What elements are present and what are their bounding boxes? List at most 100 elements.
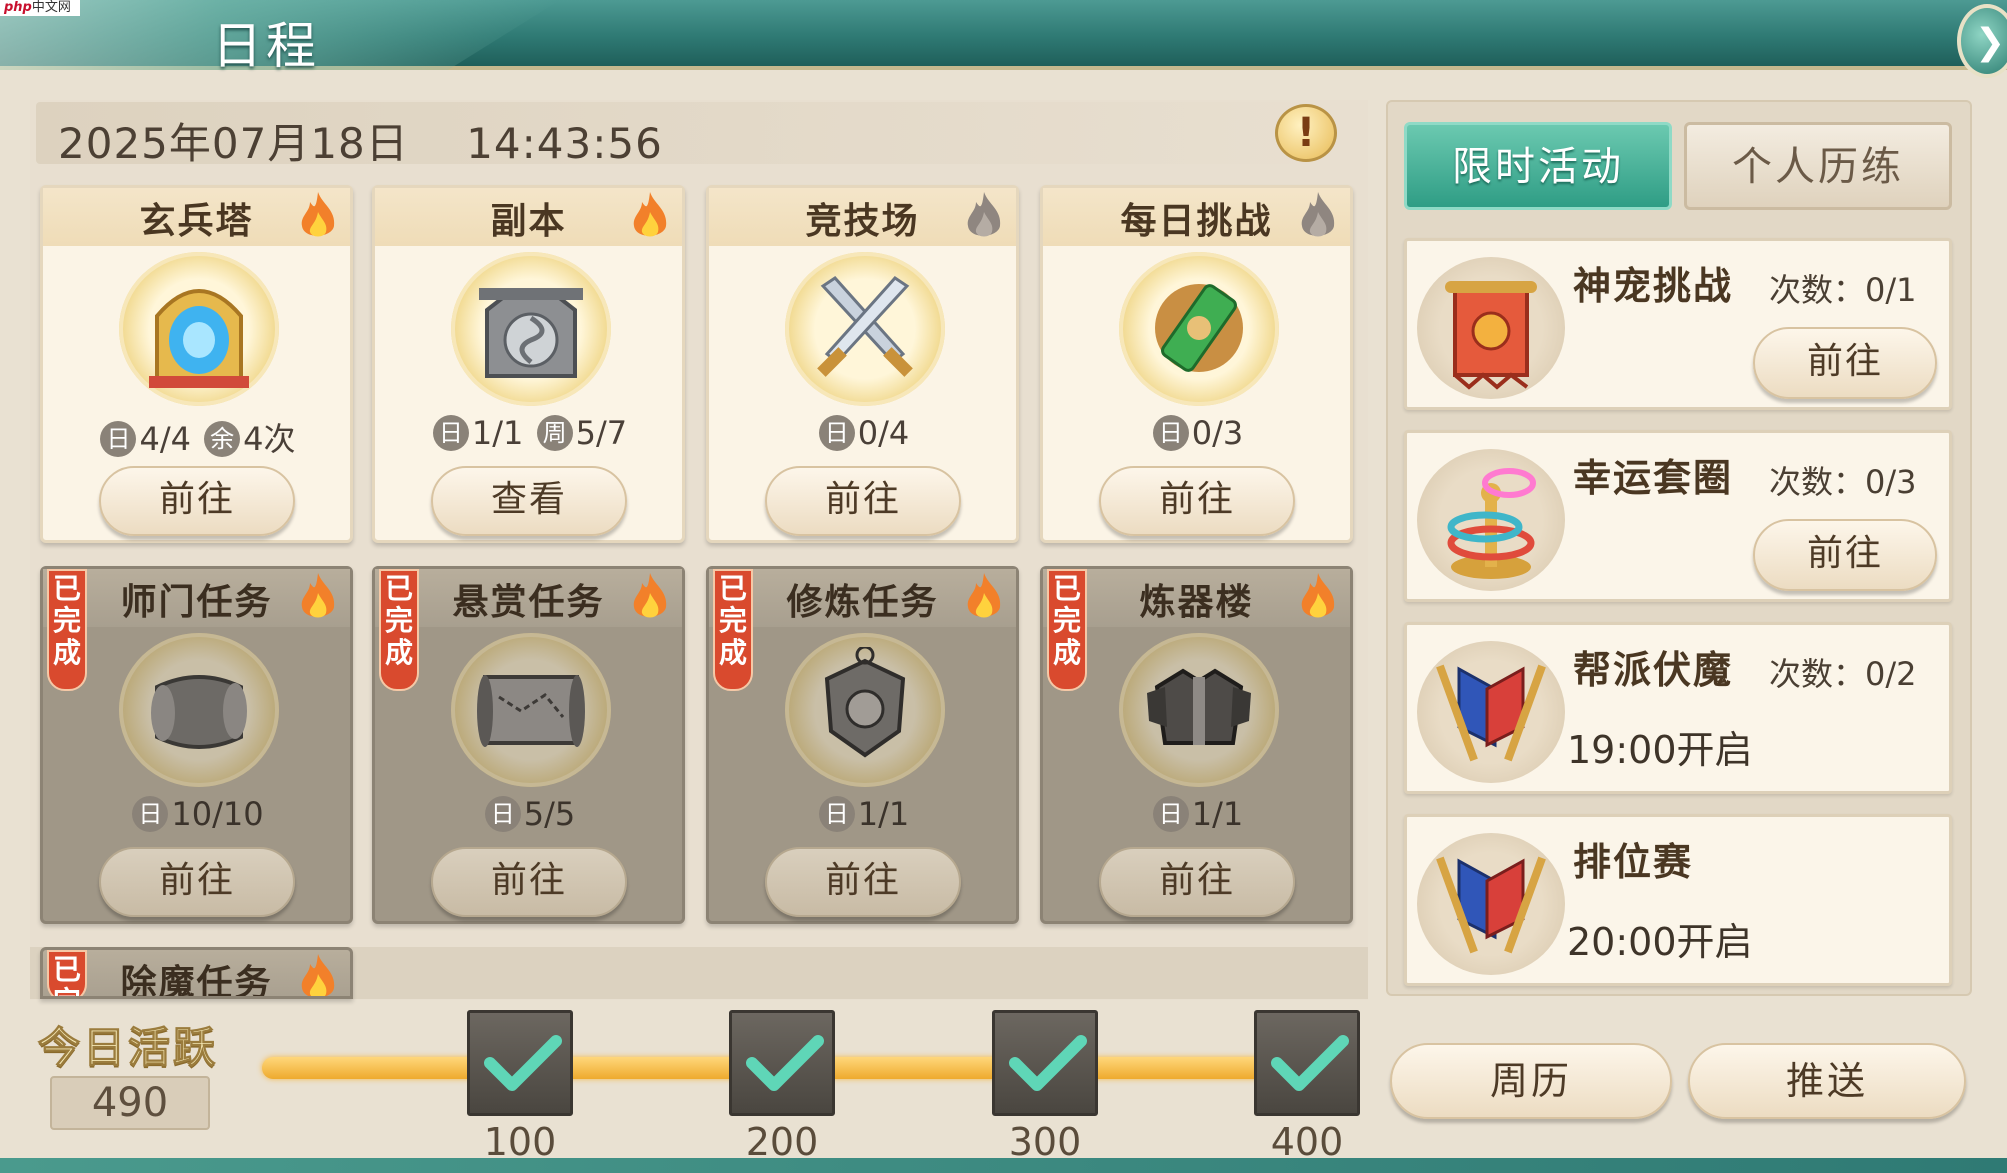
- stat-value: 1/1: [857, 795, 910, 833]
- portal-gate-icon: [149, 289, 249, 388]
- flame-icon: [301, 573, 335, 618]
- checkmark-icon: [484, 1035, 562, 1091]
- task-progress: 日 0/3: [1043, 414, 1350, 452]
- task-go-button[interactable]: 前往: [99, 847, 295, 917]
- activity-reward-chest[interactable]: [729, 1010, 835, 1116]
- activity-reward-chest[interactable]: [1254, 1010, 1360, 1116]
- checkmark-icon: [1009, 1035, 1087, 1091]
- event-card[interactable]: 排位赛 20:00开启: [1404, 814, 1952, 986]
- flame-icon: [301, 954, 335, 996]
- flame-icon: [967, 573, 1001, 618]
- task-icon-frame: [1119, 252, 1279, 406]
- task-icon-frame: [1119, 633, 1279, 787]
- stat-value: 5/7: [575, 414, 628, 452]
- event-go-button[interactable]: 前往: [1753, 519, 1937, 591]
- window-bottom-edge: [0, 1158, 2007, 1173]
- task-progress: 日 0/4: [709, 414, 1016, 452]
- completed-ribbon: 已完成: [47, 569, 87, 691]
- stat-value: 10/10: [171, 795, 264, 833]
- task-progress: 日 5/5: [375, 795, 682, 833]
- task-icon-frame: [785, 252, 945, 406]
- event-start-time: 20:00开启: [1567, 920, 1753, 964]
- completed-ribbon: 已完: [47, 950, 87, 996]
- task-card[interactable]: 修炼任务 已完成 日 1/1 前往: [706, 566, 1019, 924]
- stat-tag: 日: [818, 796, 855, 832]
- task-card[interactable]: 炼器楼 已完成 日 1/1 前往: [1040, 566, 1353, 924]
- task-icon-frame: [785, 633, 945, 787]
- flame-icon: [1301, 573, 1335, 618]
- event-name: 排位赛: [1573, 840, 1694, 884]
- task-go-button[interactable]: 前往: [99, 466, 295, 536]
- map-icon: [477, 675, 585, 747]
- crossed-swords-icon: [817, 276, 913, 377]
- stat-tag: 日: [1152, 796, 1189, 832]
- dungeon-gate-icon: [479, 288, 583, 378]
- flame-icon: [1301, 192, 1335, 237]
- task-go-button[interactable]: 前往: [1099, 466, 1295, 536]
- event-go-button[interactable]: 前往: [1753, 327, 1937, 399]
- shield-amulet-icon: [824, 647, 906, 758]
- stat-tag: 周: [536, 415, 573, 451]
- event-name: 帮派伏魔: [1573, 648, 1734, 692]
- checkmark-icon: [1271, 1035, 1349, 1091]
- stat-value: 1/1: [1191, 795, 1244, 833]
- event-count: 次数：0/1: [1769, 271, 1917, 309]
- push-settings-button[interactable]: 推送: [1688, 1043, 1966, 1119]
- checkmark-icon: [746, 1035, 824, 1091]
- stat-tag: 日: [100, 421, 137, 457]
- task-card[interactable]: 师门任务 已完成 日 10/10 前往: [40, 566, 353, 924]
- task-go-button[interactable]: 前往: [431, 847, 627, 917]
- current-datetime: 2025年07月18日 14:43:56: [58, 119, 663, 168]
- stat-tag: 日: [432, 415, 469, 451]
- crossed-flags-icon: [1436, 856, 1546, 954]
- title-bar: 日程: [0, 0, 2007, 75]
- event-icon-frame: [1417, 833, 1565, 975]
- task-card[interactable]: 每日挑战 日 0/3 前往: [1040, 185, 1353, 543]
- event-count: 次数：0/3: [1769, 463, 1917, 501]
- task-card[interactable]: 悬赏任务 已完成 日 5/5 前往: [372, 566, 685, 924]
- task-go-button[interactable]: 前往: [1099, 847, 1295, 917]
- swirl-close-icon: ❯: [1975, 22, 2006, 63]
- task-card[interactable]: 竞技场 日 0/4 前往: [706, 185, 1019, 543]
- event-card[interactable]: 幸运套圈 次数：0/3 前往: [1404, 430, 1952, 602]
- stat-tag: 日: [484, 796, 521, 832]
- daily-activity-value: 490: [50, 1076, 210, 1130]
- task-card[interactable]: 副本 日 1/1 周 5/7 查看: [372, 185, 685, 543]
- task-card-partial[interactable]: 除魔任务 已完: [40, 947, 353, 999]
- tab-limited-events[interactable]: 限时活动: [1404, 122, 1672, 210]
- flame-icon: [301, 192, 335, 237]
- info-button[interactable]: !: [1275, 104, 1337, 162]
- task-progress: 日 1/1 周 5/7: [375, 414, 682, 452]
- stat-tag: 日: [818, 415, 855, 451]
- activity-reward-chest[interactable]: [992, 1010, 1098, 1116]
- event-start-time: 19:00开启: [1567, 728, 1753, 772]
- task-icon-frame: [119, 252, 279, 406]
- event-icon-frame: [1417, 449, 1565, 591]
- armor-icon: [1147, 668, 1251, 745]
- task-go-button[interactable]: 前往: [765, 847, 961, 917]
- event-count: 次数：0/2: [1769, 655, 1917, 693]
- scroll-roll-icon: [151, 675, 247, 749]
- completed-ribbon: 已完成: [1047, 569, 1087, 691]
- task-icon-frame: [451, 252, 611, 406]
- event-name: 幸运套圈: [1573, 456, 1734, 500]
- activity-reward-chest[interactable]: [467, 1010, 573, 1116]
- flame-icon: [967, 192, 1001, 237]
- stat-tag: 余: [204, 421, 241, 457]
- stat-value: 1/1: [471, 414, 524, 452]
- flame-icon: [633, 573, 667, 618]
- crossed-flags-icon: [1436, 664, 1546, 762]
- tab-personal-training[interactable]: 个人历练: [1684, 122, 1952, 210]
- event-card[interactable]: 帮派伏魔 次数：0/2 19:00开启: [1404, 622, 1952, 794]
- task-card[interactable]: 玄兵塔 日 4/4 余 4次 前往: [40, 185, 353, 543]
- task-go-button[interactable]: 查看: [431, 466, 627, 536]
- event-icon-frame: [1417, 257, 1565, 399]
- event-name: 神宠挑战: [1573, 264, 1734, 308]
- weekly-calendar-button[interactable]: 周历: [1390, 1043, 1672, 1119]
- stat-value: 0/4: [857, 414, 910, 452]
- event-card[interactable]: 神宠挑战 次数：0/1 前往: [1404, 238, 1952, 410]
- stat-value: 4次: [243, 420, 296, 458]
- ring-toss-icon: [1447, 468, 1536, 579]
- daily-activity-label: 今日活跃: [37, 1023, 219, 1073]
- task-go-button[interactable]: 前往: [765, 466, 961, 536]
